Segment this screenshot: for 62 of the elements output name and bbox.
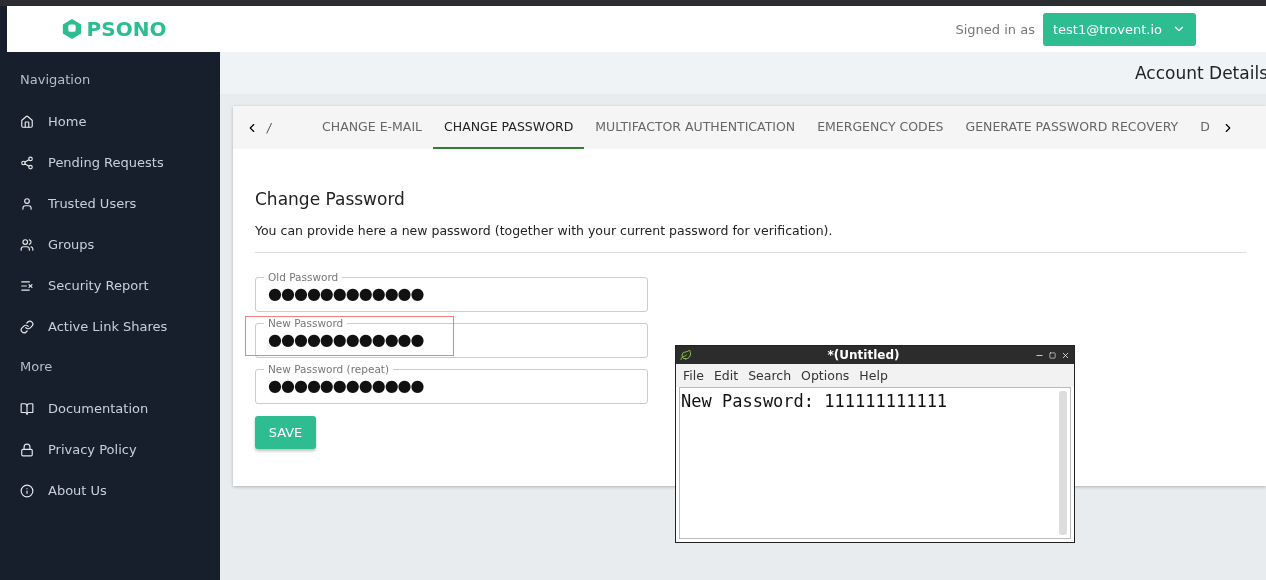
tab[interactable]: MULTIFACTOR AUTHENTICATION [584,106,807,149]
tab[interactable]: EMERGENCY CODES [806,106,955,149]
user-icon [20,196,34,211]
sidebar-item-label: Pending Requests [48,155,164,170]
scrollbar[interactable] [1059,391,1067,535]
sidebar-item[interactable]: Documentation [7,388,220,429]
tab[interactable]: GENERATE PASSWORD RECOVERY [954,106,1190,149]
editor-text-area[interactable]: New Password: 111111111111 [679,387,1071,539]
tab[interactable]: CHANGE E-MAIL [311,106,434,149]
tab[interactable]: CHANGE PASSWORD [433,106,585,149]
link-icon [20,319,34,334]
sidebar-item[interactable]: Groups [7,224,220,265]
lock-icon [20,442,34,457]
menu-item[interactable]: Options [801,368,850,383]
menu-item[interactable]: File [683,368,704,383]
tab[interactable]: D [1189,106,1221,149]
field-value: ●●●●●●●●●●●● [268,375,425,397]
share-icon [20,155,34,170]
sidebar-item[interactable]: Privacy Policy [7,429,220,470]
signed-in-label: Signed in as [955,21,1035,37]
leaf-icon [680,349,692,361]
menu-item[interactable]: Edit [713,368,739,383]
password-field[interactable]: New Password (repeat) ●●●●●●●●●●●● [255,363,648,404]
book-icon [20,401,34,416]
sidebar-item[interactable]: Pending Requests [7,142,220,183]
home-icon [20,114,34,129]
maximize-icon[interactable] [1049,351,1056,359]
password-field[interactable]: New Password ●●●●●●●●●●●● [255,317,648,358]
sidebar-item[interactable]: Trusted Users [7,183,220,224]
sidebar-item-label: Home [48,114,87,129]
sidebar-item[interactable]: Security Report [7,265,220,306]
breadcrumb-separator: / [267,120,272,135]
sidebar-item[interactable]: Active Link Shares [7,306,220,347]
report-icon [20,278,34,293]
sidebar-item[interactable]: About Us [7,470,220,511]
sidebar-item-label: Trusted Users [48,196,137,211]
sidebar-item-label: Privacy Policy [48,442,137,457]
field-label: New Password (repeat) [267,363,391,375]
sidebar-item-label: About Us [48,483,107,498]
editor-text: New Password: 111111111111 [680,390,949,413]
password-field[interactable]: Old Password ●●●●●●●●●●●● [255,271,648,312]
sidebar-item-label: Documentation [48,401,149,416]
editor-title: *(Untitled) [826,348,901,362]
field-label: New Password [267,317,345,329]
menu-item[interactable]: Help [859,368,888,383]
logo-icon [60,18,83,40]
sidebar-item-label: Security Report [48,278,149,293]
info-icon [20,483,34,498]
field-value: ●●●●●●●●●●●● [268,283,425,305]
sidebar-item-label: Active Link Shares [48,319,168,334]
sidebar-item[interactable]: Home [7,101,220,142]
form-title: Change Password [255,189,406,209]
users-icon [20,237,34,252]
close-icon[interactable] [1061,350,1070,360]
sidebar-section-title: Navigation [19,71,92,89]
field-value: ●●●●●●●●●●●● [268,329,425,351]
menu-item[interactable]: Search [748,368,792,383]
form-description: You can provide here a new password (together with your current password for verification). [255,223,1246,253]
field-label: Old Password [267,271,340,283]
logo-text: PSONO [86,17,167,41]
sidebar-section-title: More [19,358,54,376]
sidebar-item-label: Groups [48,237,95,252]
